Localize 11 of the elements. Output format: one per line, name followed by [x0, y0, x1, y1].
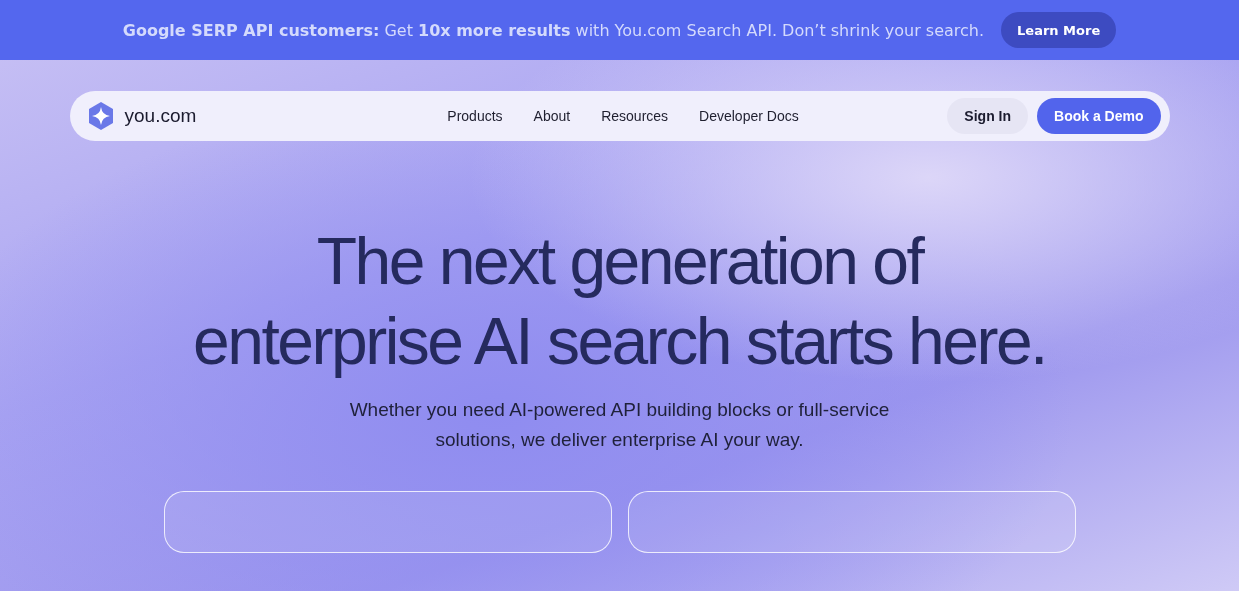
- sign-in-button[interactable]: Sign In: [947, 98, 1029, 134]
- banner-message: Google SERP API customers: Get 10x more results with You.com Search API. Don’t shrink your search.: [122, 20, 985, 40]
- book-demo-button[interactable]: Book a Demo: [1037, 98, 1161, 134]
- learn-more-button[interactable]: Learn More: [1001, 12, 1117, 48]
- nav-link[interactable]: Products: [447, 108, 503, 124]
- logo-text[interactable]: you.com: [124, 105, 197, 127]
- nav-link[interactable]: Developer Docs: [699, 108, 799, 124]
- hero-heading: The next generation of enterprise AI search starts here.: [192, 223, 1047, 380]
- nav-link[interactable]: About: [533, 108, 571, 124]
- nav-link[interactable]: Resources: [601, 108, 669, 124]
- hero-subtitle: Whether you need AI-powered API building blocks or full-service solutions, we deliver enterprise AI your way.: [349, 398, 890, 452]
